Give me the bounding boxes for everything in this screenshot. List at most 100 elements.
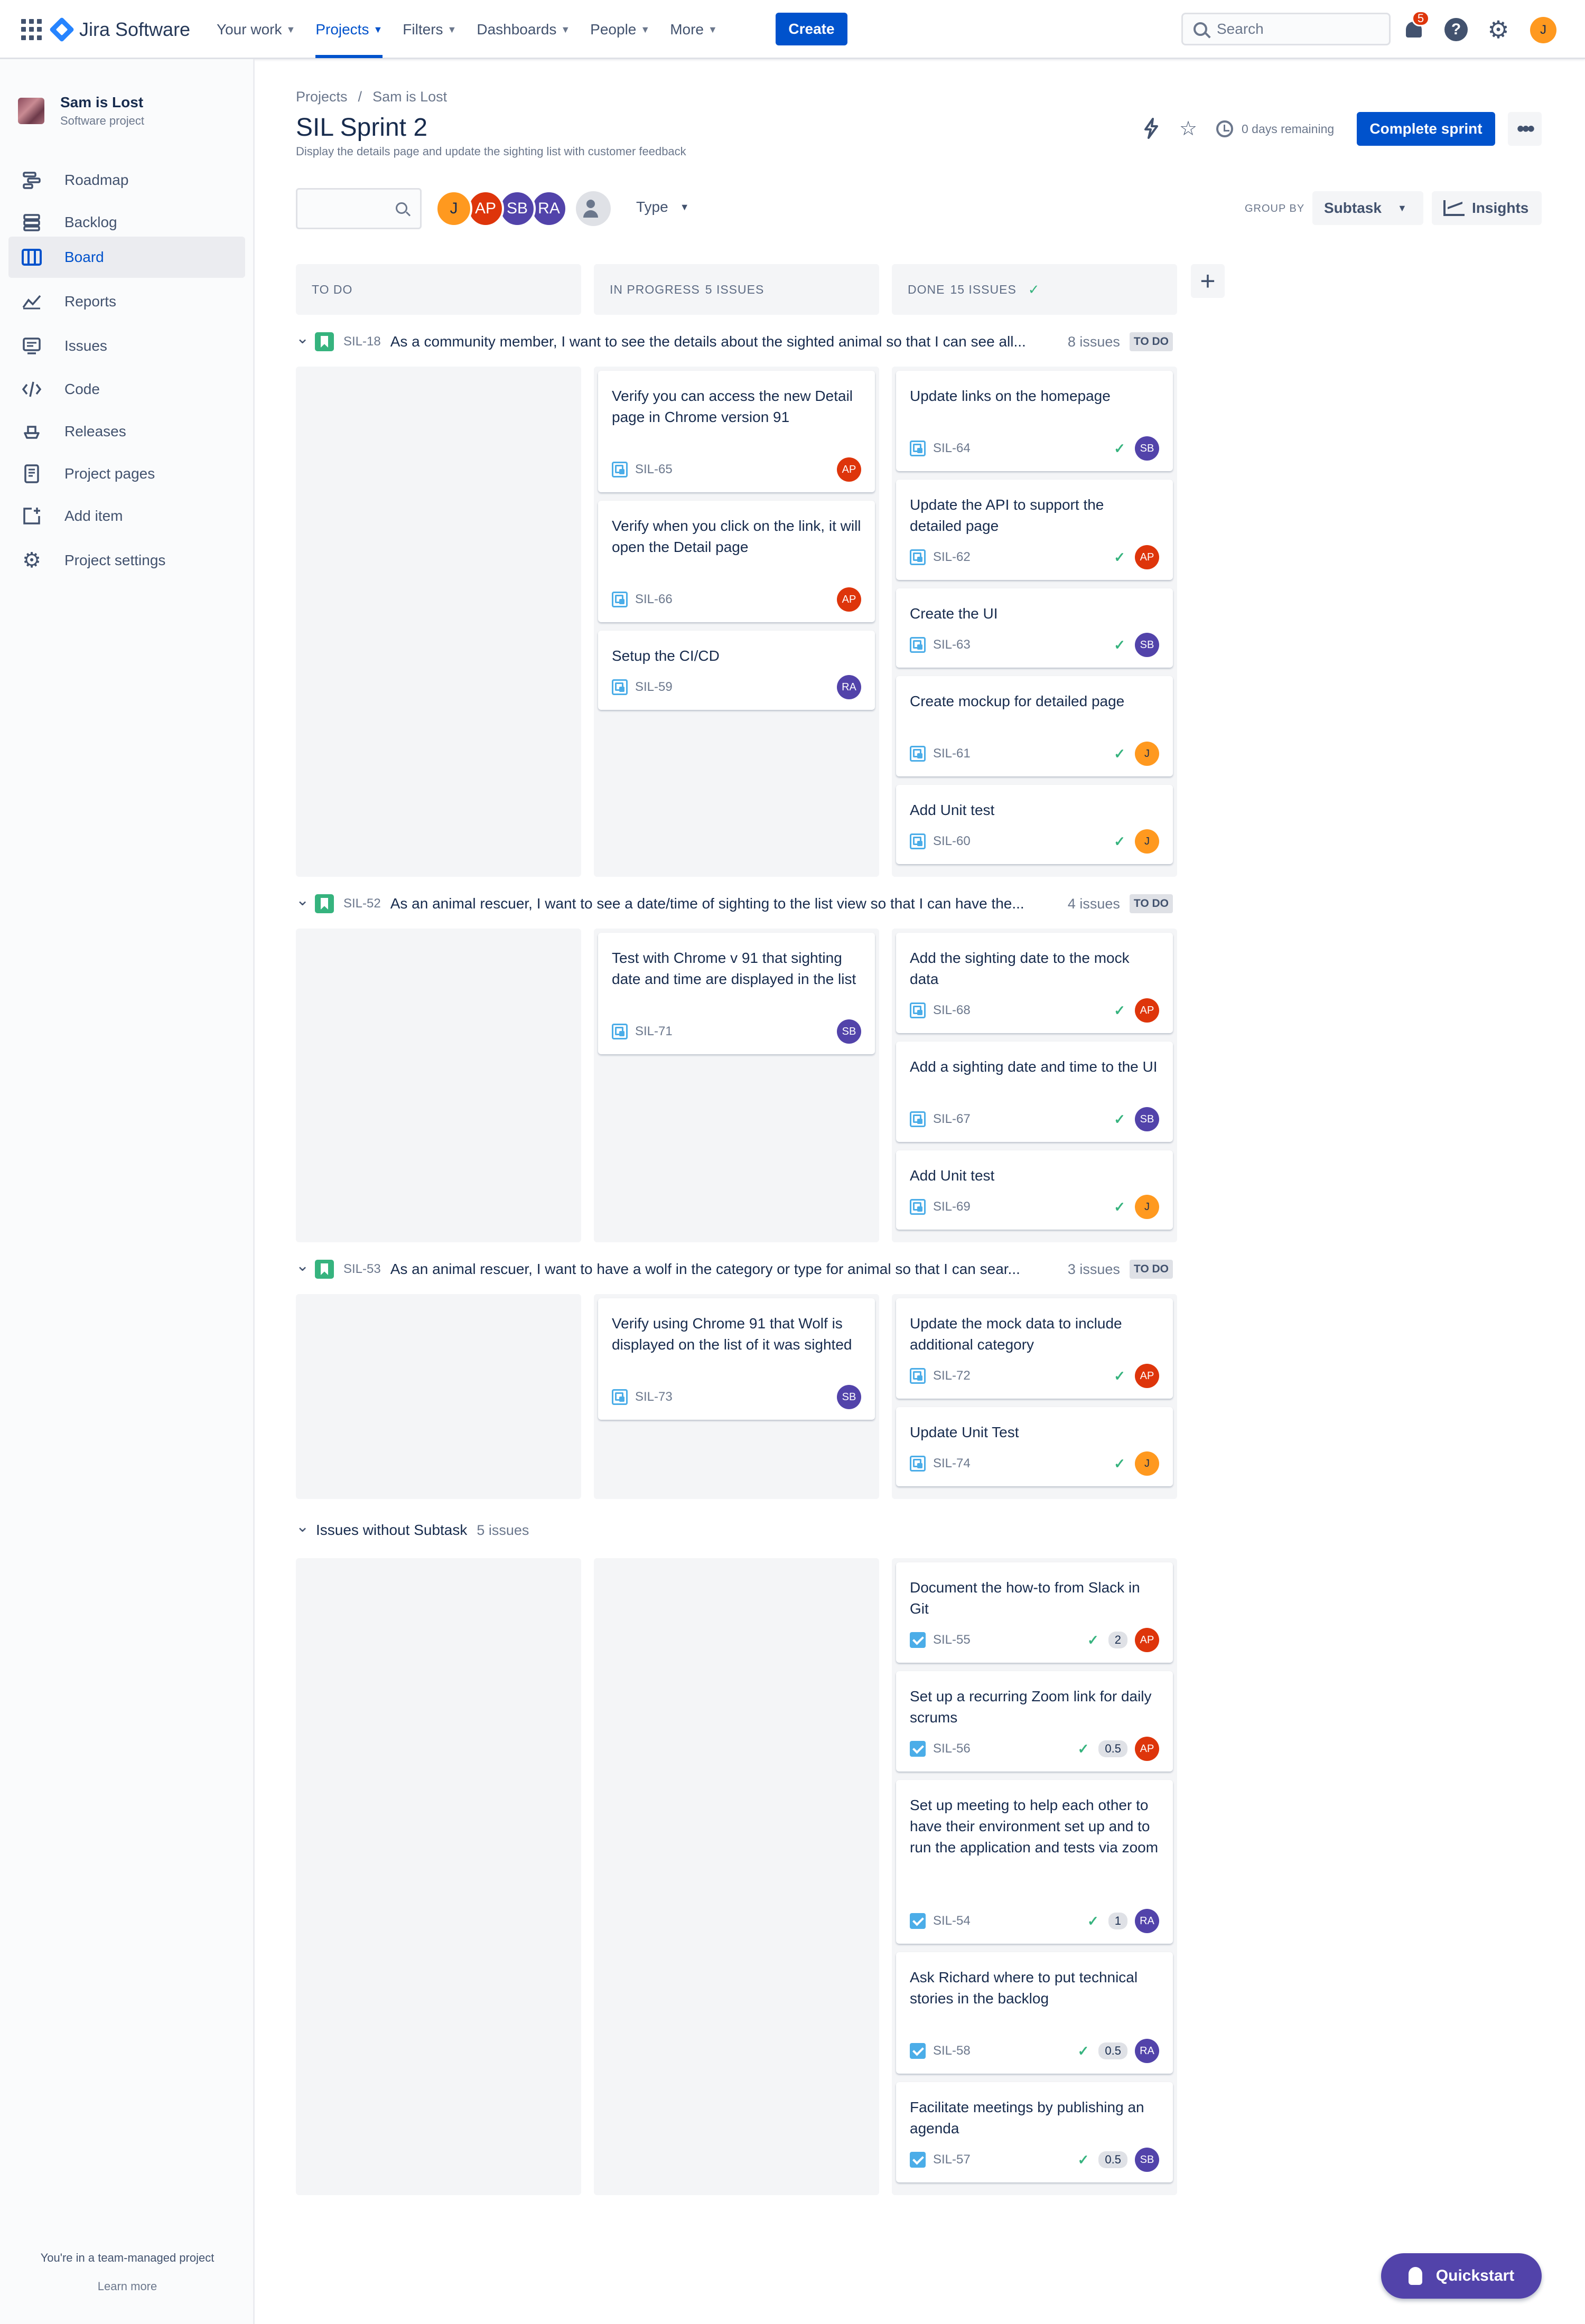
- issue-card[interactable]: Create mockup for detailed page SIL-61 ✓ J: [896, 676, 1173, 776]
- assignee-avatar[interactable]: J: [1135, 829, 1159, 854]
- complete-sprint-button[interactable]: Complete sprint: [1357, 112, 1495, 146]
- assignee-avatar[interactable]: SB: [837, 1019, 861, 1044]
- issue-key[interactable]: SIL-67: [933, 1112, 1114, 1127]
- issue-key[interactable]: SIL-73: [635, 1390, 837, 1404]
- assignee-avatar[interactable]: SB: [1135, 633, 1159, 657]
- learn-more-link[interactable]: Learn more: [0, 2280, 255, 2293]
- issue-card[interactable]: Add Unit test SIL-60 ✓ J: [896, 785, 1173, 864]
- issue-key[interactable]: SIL-60: [933, 834, 1114, 849]
- assignee-avatar[interactable]: SB: [1135, 436, 1159, 461]
- jira-logo[interactable]: Jira Software: [49, 16, 190, 43]
- filter-avatar-ap[interactable]: AP: [467, 190, 504, 227]
- assignee-avatar[interactable]: AP: [1135, 998, 1159, 1023]
- issue-card[interactable]: Add Unit test SIL-69 ✓ J: [896, 1150, 1173, 1230]
- issue-key[interactable]: SIL-58: [933, 2044, 1078, 2058]
- issue-key[interactable]: SIL-54: [933, 1914, 1087, 1928]
- sidebar-item-reports[interactable]: Reports: [8, 281, 245, 322]
- issue-key[interactable]: SIL-72: [933, 1369, 1114, 1383]
- sidebar-item-code[interactable]: Code: [8, 369, 245, 410]
- issue-card[interactable]: Update the mock data to include addition…: [896, 1298, 1173, 1399]
- assignee-avatar[interactable]: J: [1135, 742, 1159, 766]
- board-search-input[interactable]: [303, 190, 398, 227]
- assignee-avatar[interactable]: RA: [837, 675, 861, 699]
- issue-key[interactable]: SIL-65: [635, 462, 837, 477]
- issue-card[interactable]: Update Unit Test SIL-74 ✓ J: [896, 1407, 1173, 1486]
- assignee-avatar[interactable]: RA: [1135, 1909, 1159, 1933]
- app-switcher-icon[interactable]: [21, 19, 42, 40]
- nav-dashboards[interactable]: Dashboards ▼: [477, 15, 570, 44]
- sidebar-item-roadmap[interactable]: Roadmap: [8, 160, 245, 201]
- issue-card[interactable]: Verify you can access the new Detail pag…: [598, 371, 875, 492]
- sidebar-item-board[interactable]: Board: [8, 237, 245, 278]
- issue-card[interactable]: Update links on the homepage SIL-64 ✓ SB: [896, 371, 1173, 471]
- parent-issue-key[interactable]: SIL-52: [343, 896, 381, 911]
- swimlane-header[interactable]: ⌄ SIL-52 As an animal rescuer, I want to s…: [296, 891, 1173, 917]
- automation-lightning-icon[interactable]: [1138, 115, 1164, 142]
- issue-key[interactable]: SIL-74: [933, 1456, 1114, 1471]
- type-filter-dropdown[interactable]: Type ▼: [636, 199, 689, 215]
- sidebar-item-project-pages[interactable]: Project pages: [8, 453, 245, 494]
- issue-key[interactable]: SIL-64: [933, 441, 1114, 456]
- insights-button[interactable]: Insights: [1432, 191, 1542, 225]
- settings-button[interactable]: ⚙: [1485, 16, 1512, 43]
- sidebar-item-issues[interactable]: Issues: [8, 325, 245, 367]
- issue-card[interactable]: Ask Richard where to put technical stori…: [896, 1952, 1173, 2074]
- issue-card[interactable]: Create the UI SIL-63 ✓ SB: [896, 588, 1173, 668]
- issue-card[interactable]: Verify when you click on the link, it wi…: [598, 501, 875, 622]
- sidebar-item-project-settings[interactable]: ⚙ Project settings: [8, 540, 245, 581]
- issue-card[interactable]: Verify using Chrome 91 that Wolf is disp…: [598, 1298, 875, 1420]
- issue-card[interactable]: Test with Chrome v 91 that sighting date…: [598, 933, 875, 1054]
- project-header[interactable]: Sam is Lost Software project: [18, 94, 144, 128]
- user-avatar[interactable]: J: [1530, 17, 1556, 43]
- filter-avatar-ra[interactable]: RA: [530, 190, 567, 227]
- breadcrumb-projects[interactable]: Projects: [296, 89, 348, 105]
- notifications-button[interactable]: 5: [1400, 11, 1430, 43]
- chevron-down-icon[interactable]: ⌄: [296, 329, 315, 348]
- assignee-avatar[interactable]: J: [1135, 1195, 1159, 1219]
- global-search[interactable]: [1181, 13, 1391, 45]
- issue-card[interactable]: Add a sighting date and time to the UI SI…: [896, 1042, 1173, 1142]
- issue-key[interactable]: SIL-56: [933, 1741, 1078, 1756]
- assignee-avatar[interactable]: AP: [1135, 1628, 1159, 1652]
- swimlane-header[interactable]: ⌄ SIL-53 As an animal rescuer, I want to h…: [296, 1256, 1173, 1282]
- group-by-select[interactable]: Subtask ▼: [1312, 191, 1423, 225]
- swimlane-header[interactable]: ⌄ SIL-18 As a community member, I want to …: [296, 329, 1173, 355]
- breadcrumb-project[interactable]: Sam is Lost: [372, 89, 447, 105]
- issue-card[interactable]: Setup the CI/CD SIL-59 RA: [598, 631, 875, 710]
- issue-key[interactable]: SIL-57: [933, 2152, 1078, 2167]
- board-search[interactable]: [296, 188, 422, 229]
- issue-card[interactable]: Add the sighting date to the mock data SI…: [896, 933, 1173, 1033]
- add-column-button[interactable]: +: [1191, 264, 1225, 298]
- search-input[interactable]: [1217, 21, 1375, 38]
- assignee-avatar[interactable]: RA: [1135, 2039, 1159, 2063]
- more-actions-button[interactable]: •••: [1508, 112, 1542, 146]
- nav-more[interactable]: More ▼: [670, 15, 717, 44]
- assignee-avatar[interactable]: SB: [837, 1385, 861, 1409]
- assignee-avatar[interactable]: SB: [1135, 1107, 1159, 1131]
- star-button[interactable]: ☆: [1175, 115, 1201, 142]
- issue-key[interactable]: SIL-59: [635, 680, 837, 695]
- issue-key[interactable]: SIL-69: [933, 1200, 1114, 1214]
- issue-key[interactable]: SIL-71: [635, 1024, 837, 1039]
- help-button[interactable]: ?: [1442, 16, 1470, 43]
- issue-key[interactable]: SIL-66: [635, 592, 837, 607]
- assignee-avatar[interactable]: AP: [1135, 1364, 1159, 1388]
- chevron-down-icon[interactable]: ⌄: [296, 1517, 316, 1536]
- issue-card[interactable]: Set up meeting to help each other to hav…: [896, 1780, 1173, 1944]
- issue-card[interactable]: Update the API to support the detailed p…: [896, 480, 1173, 580]
- assignee-avatar[interactable]: AP: [1135, 545, 1159, 569]
- assignee-avatar[interactable]: AP: [837, 587, 861, 612]
- issue-card[interactable]: Document the how-to from Slack in Git SIL…: [896, 1562, 1173, 1663]
- issue-key[interactable]: SIL-62: [933, 550, 1114, 565]
- nav-filters[interactable]: Filters ▼: [403, 15, 456, 44]
- chevron-down-icon[interactable]: ⌄: [296, 1257, 315, 1275]
- quickstart-button[interactable]: Quickstart: [1381, 2253, 1542, 2299]
- parent-issue-key[interactable]: SIL-53: [343, 1262, 381, 1277]
- sidebar-item-releases[interactable]: Releases: [8, 411, 245, 452]
- nav-people[interactable]: People ▼: [590, 15, 650, 44]
- assignee-avatar[interactable]: AP: [1135, 1737, 1159, 1761]
- issue-key[interactable]: SIL-55: [933, 1633, 1087, 1647]
- add-people-button[interactable]: [576, 191, 611, 226]
- issue-key[interactable]: SIL-68: [933, 1003, 1114, 1018]
- assignee-avatar[interactable]: J: [1135, 1451, 1159, 1476]
